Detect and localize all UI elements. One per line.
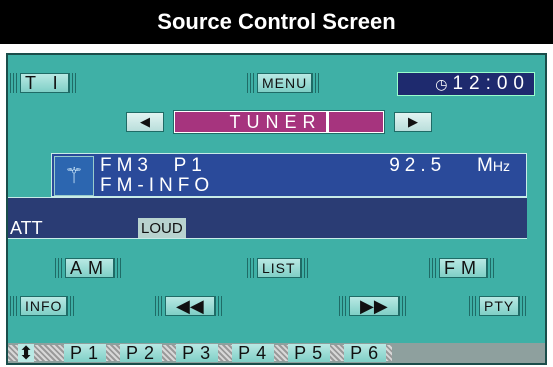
- fm-label: FM: [439, 258, 487, 278]
- grip-icon: [10, 73, 20, 93]
- info-button[interactable]: INFO: [10, 295, 78, 317]
- preset-button-2[interactable]: P2: [120, 343, 163, 363]
- grip-icon: [429, 258, 439, 278]
- list-button[interactable]: LIST: [247, 257, 311, 279]
- divider: [34, 345, 64, 361]
- list-label: LIST: [257, 258, 301, 278]
- band-preset: FM3 P1: [100, 155, 207, 177]
- divider: [8, 345, 18, 361]
- pty-button[interactable]: PTY: [469, 295, 530, 317]
- menu-label: MENU: [257, 73, 313, 93]
- seek-forward-button[interactable]: ▶▶: [339, 295, 409, 317]
- seek-forward-icon: ▶▶: [349, 296, 399, 316]
- grip-icon: [55, 258, 65, 278]
- grip-icon: [214, 296, 225, 316]
- seek-back-button[interactable]: ◀◀: [155, 295, 225, 317]
- grip-icon: [155, 296, 165, 316]
- clock-icon: ◷: [435, 75, 448, 92]
- ti-label: T I: [20, 73, 69, 93]
- divider: [162, 345, 177, 361]
- preset-label: P1: [173, 155, 207, 176]
- grip-icon: [398, 296, 409, 316]
- menu-button[interactable]: MENU: [247, 72, 323, 94]
- grip-icon: [312, 73, 323, 93]
- am-label: AM: [65, 258, 114, 278]
- tuner-info-panel: ⚚ FM3 P1 92.5 MHz FM-INFO: [51, 153, 527, 197]
- divider: [218, 345, 233, 361]
- divider: [274, 345, 289, 361]
- source-name: TUNER: [229, 111, 322, 132]
- grip-icon: [247, 73, 257, 93]
- station-text: FM-INFO: [100, 175, 215, 196]
- band-label: FM3: [100, 155, 153, 176]
- grip-icon: [67, 296, 78, 316]
- am-button[interactable]: AM: [55, 257, 124, 279]
- ti-button[interactable]: T I: [10, 72, 79, 94]
- pty-label: PTY: [479, 296, 520, 316]
- grip-icon: [68, 73, 79, 93]
- seek-back-icon: ◀◀: [165, 296, 215, 316]
- antenna-icon: ⚚: [54, 156, 94, 196]
- source-next-button[interactable]: ▶: [394, 112, 432, 132]
- grip-icon: [10, 296, 20, 316]
- clock-display: ◷ 12:00: [397, 72, 535, 96]
- att-indicator: ATT: [10, 218, 43, 238]
- frequency-display: 92.5 MHz: [389, 155, 510, 177]
- preset-scroll-button[interactable]: ⬍: [18, 343, 34, 363]
- source-selector: ◀ TUNER ▶: [126, 110, 432, 134]
- fm-button[interactable]: FM: [429, 257, 497, 279]
- preset-button-4[interactable]: P4: [232, 343, 275, 363]
- status-panel: ATT LOUD: [8, 197, 527, 239]
- frequency-value: 92.5: [389, 155, 447, 176]
- divider: [325, 112, 329, 132]
- grip-icon: [300, 258, 311, 278]
- unit-m: M: [477, 155, 493, 176]
- preset-bar: ⬍ P1 P2 P3 P4 P5 P6: [8, 343, 545, 363]
- divider: [386, 345, 393, 361]
- source-control-screen: T I MENU ◷ 12:00 ◀ TUNER ▶ ⚚ FM3 P1 92.5…: [6, 53, 547, 365]
- grip-icon: [114, 258, 124, 278]
- grip-icon: [469, 296, 479, 316]
- source-prev-button[interactable]: ◀: [126, 112, 164, 132]
- divider: [106, 345, 121, 361]
- clock-time: 12:00: [452, 73, 530, 94]
- page-title: Source Control Screen: [0, 0, 553, 44]
- unit-hz: Hz: [492, 158, 510, 174]
- loud-indicator: LOUD: [138, 218, 186, 238]
- source-label: TUNER: [173, 110, 385, 134]
- preset-button-1[interactable]: P1: [64, 343, 107, 363]
- grip-icon: [339, 296, 349, 316]
- grip-icon: [247, 258, 257, 278]
- grip-icon: [519, 296, 530, 316]
- preset-button-5[interactable]: P5: [288, 343, 331, 363]
- preset-button-6[interactable]: P6: [344, 343, 387, 363]
- preset-button-3[interactable]: P3: [176, 343, 219, 363]
- info-label: INFO: [20, 296, 68, 316]
- grip-icon: [487, 258, 497, 278]
- divider: [330, 345, 345, 361]
